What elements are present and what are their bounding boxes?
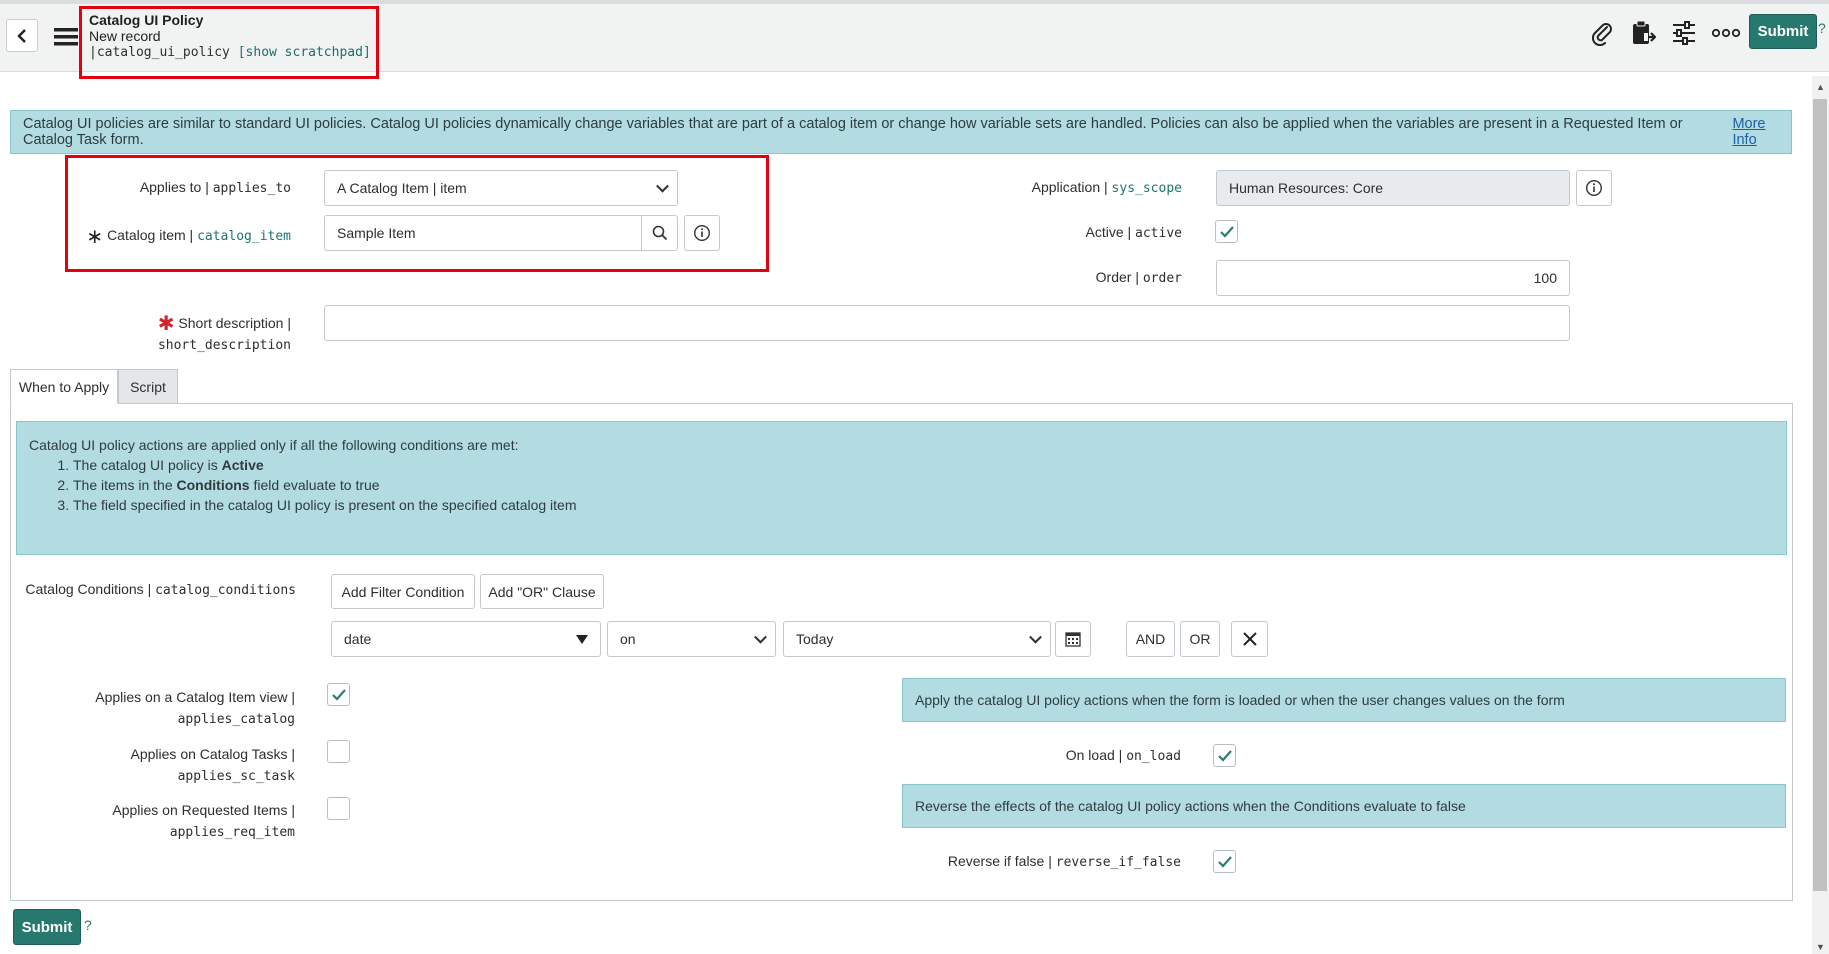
condition-item: The field specified in the catalog UI po… [73, 495, 1786, 515]
catalog-item-input[interactable]: Sample Item [324, 215, 642, 251]
paperclip-icon[interactable] [1587, 18, 1617, 48]
scroll-up-arrow[interactable]: ▲ [1813, 80, 1828, 94]
condition-operator-select[interactable]: on [607, 621, 776, 657]
on-load-hint: Apply the catalog UI policy actions when… [902, 678, 1786, 722]
info-icon [1585, 179, 1603, 197]
applies-catalog-label: Applies on a Catalog Item view | applies_… [95, 689, 295, 727]
checkmark-icon [331, 688, 346, 701]
back-icon [17, 28, 26, 43]
applies-sc-task-checkbox[interactable] [327, 740, 350, 763]
chevron-down-icon [1029, 630, 1042, 644]
applies-req-item-label: Applies on Requested Items | applies_req_… [112, 802, 295, 840]
footer-help-mark[interactable]: ? [84, 917, 92, 933]
show-scratchpad-link[interactable]: [show scratchpad] [238, 45, 371, 60]
active-checkbox[interactable] [1215, 220, 1238, 243]
info-banner-text: Catalog UI policies are similar to stand… [23, 116, 1683, 148]
short-description-input[interactable] [324, 305, 1570, 341]
info-icon [693, 224, 711, 242]
checkmark-icon [1217, 749, 1232, 762]
form-subtitle: New record [89, 28, 161, 44]
form-title: Catalog UI Policy [89, 12, 204, 28]
applies-to-label: Applies to | applies_to [139, 179, 291, 196]
reverse-if-false-checkbox[interactable] [1213, 850, 1236, 873]
catalog-item-lookup-button[interactable] [641, 215, 678, 251]
reverse-hint: Reverse the effects of the catalog UI po… [902, 784, 1786, 828]
condition-item: The catalog UI policy is Active [73, 455, 1786, 475]
applies-req-item-checkbox[interactable] [327, 797, 350, 820]
header-help-mark[interactable]: ? [1818, 20, 1826, 36]
back-button[interactable] [6, 19, 38, 52]
on-load-label: On load | on_load [1065, 747, 1181, 764]
header-submit-button[interactable]: Submit [1749, 14, 1817, 49]
condition-field-select[interactable]: date [331, 621, 601, 657]
add-or-clause-button[interactable]: Add "OR" Clause [480, 574, 604, 609]
conditions-list: The catalog UI policy is Active The item… [29, 455, 1786, 515]
tab-script[interactable]: Script [118, 369, 178, 404]
menu-icon[interactable] [54, 28, 78, 46]
checkmark-icon [1219, 225, 1234, 238]
calendar-icon [1065, 632, 1081, 647]
required-icon: ∗ [86, 226, 104, 248]
catalog-conditions-label: Catalog Conditions | catalog_conditions [25, 581, 296, 598]
reverse-if-false-label: Reverse if false | reverse_if_false [947, 853, 1181, 870]
short-description-label: ✱ Short description | short_description [157, 313, 291, 353]
applies-catalog-checkbox[interactable] [327, 683, 350, 706]
order-label: Order | order [1095, 269, 1182, 286]
catalog-item-info-button[interactable] [684, 215, 720, 251]
calendar-button[interactable] [1055, 621, 1091, 657]
or-button[interactable]: OR [1180, 621, 1220, 657]
required-icon: ✱ [157, 313, 175, 335]
tab-when-to-apply[interactable]: When to Apply [10, 369, 118, 404]
on-load-checkbox[interactable] [1213, 744, 1236, 767]
application-field: Human Resources: Core [1216, 170, 1570, 206]
scroll-down-arrow[interactable]: ▼ [1813, 940, 1828, 954]
info-banner: Catalog UI policies are similar to stand… [10, 110, 1792, 154]
chevron-down-icon [656, 179, 669, 193]
more-icon[interactable] [1711, 18, 1741, 48]
catalog-item-label: ∗ Catalog item | catalog_item [86, 226, 291, 248]
application-label: Application | sys_scope [1031, 179, 1182, 196]
add-filter-condition-button[interactable]: Add Filter Condition [331, 574, 475, 609]
conditions-banner: Catalog UI policy actions are applied on… [16, 421, 1787, 555]
table-prefix: | [89, 45, 97, 60]
applies-to-value: A Catalog Item | item [337, 180, 467, 196]
scrollbar-thumb[interactable] [1813, 99, 1827, 891]
active-label: Active | active [1085, 224, 1182, 241]
condition-item: The items in the Conditions field evalua… [73, 475, 1786, 495]
settings-sliders-icon[interactable] [1669, 18, 1699, 48]
table-name-line: |catalog_ui_policy [show scratchpad] [89, 45, 371, 60]
checkmark-icon [1217, 855, 1232, 868]
remove-condition-button[interactable] [1231, 621, 1268, 657]
applies-to-select[interactable]: A Catalog Item | item [324, 170, 678, 206]
clipboard-icon[interactable] [1628, 18, 1658, 48]
order-input[interactable]: 100 [1216, 260, 1570, 296]
close-icon [1242, 632, 1257, 646]
footer-submit-button[interactable]: Submit [13, 909, 81, 945]
chevron-down-icon [754, 630, 767, 644]
applies-sc-task-label: Applies on Catalog Tasks | applies_sc_tas… [130, 746, 295, 784]
application-info-button[interactable] [1576, 170, 1612, 206]
search-icon [652, 225, 667, 241]
more-info-link[interactable]: More Info [1732, 116, 1791, 148]
table-name: catalog_ui_policy [96, 45, 230, 60]
conditions-intro: Catalog UI policy actions are applied on… [29, 437, 519, 453]
and-button[interactable]: AND [1126, 621, 1175, 657]
condition-value-select[interactable]: Today [783, 621, 1051, 657]
caret-down-icon [576, 635, 588, 644]
